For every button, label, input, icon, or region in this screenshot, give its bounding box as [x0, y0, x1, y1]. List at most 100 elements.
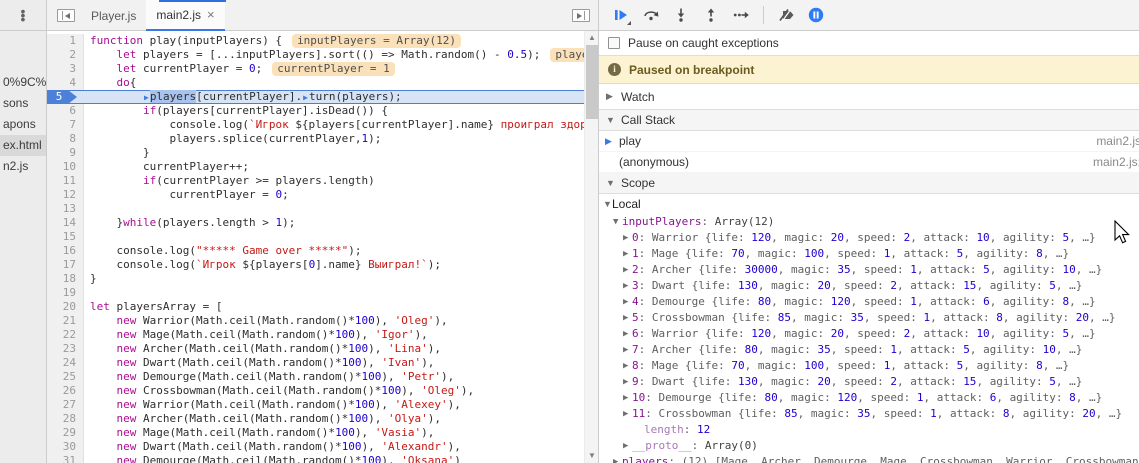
scope-array-item-row[interactable]: ▶8: Mage {life: 70, magic: 100, speed: 1… — [599, 358, 1139, 374]
scope-array-item-row[interactable]: ▶6: Warrior {life: 120, magic: 20, speed… — [599, 326, 1139, 342]
scope-variable-row[interactable]: ▶players: (12) [Mage, Archer, Demourge, … — [599, 454, 1139, 463]
line-number[interactable]: 6 — [47, 104, 84, 118]
line-number[interactable]: 12 — [47, 188, 84, 202]
chevron-right-icon[interactable]: ▶ — [623, 390, 632, 406]
mouse-cursor — [1114, 220, 1132, 246]
line-number[interactable]: 14 — [47, 216, 84, 230]
line-number[interactable]: 7 — [47, 118, 84, 132]
line-number[interactable]: 30 — [47, 440, 84, 454]
line-number[interactable]: 20 — [47, 300, 84, 314]
line-number[interactable]: 1 — [47, 34, 84, 48]
chevron-right-icon[interactable]: ▶ — [623, 294, 632, 310]
chevron-right-icon[interactable]: ▶ — [623, 406, 632, 422]
line-number[interactable]: 11 — [47, 174, 84, 188]
show-next-tabs-icon[interactable] — [572, 9, 590, 22]
scope-array-item-row[interactable]: ▶0: Warrior {life: 120, magic: 20, speed… — [599, 230, 1139, 246]
kebab-menu-icon[interactable]: ••• — [21, 9, 26, 21]
chevron-right-icon[interactable]: ▶ — [623, 230, 632, 246]
line-number[interactable]: 18 — [47, 272, 84, 286]
scope-variable-row[interactable]: ▼inputPlayers: Array(12) — [599, 214, 1139, 230]
line-number[interactable]: 21 — [47, 314, 84, 328]
chevron-right-icon[interactable]: ▶ — [623, 262, 632, 278]
hide-navigator-icon[interactable] — [57, 9, 75, 22]
scroll-down-icon[interactable]: ▼ — [585, 449, 598, 463]
chevron-right-icon[interactable]: ▶ — [623, 278, 632, 294]
scrollbar-thumb[interactable] — [586, 45, 598, 119]
chevron-down-icon: ▼ — [606, 178, 615, 188]
editor-scrollbar[interactable]: ▲ ▼ — [584, 31, 598, 463]
scope-array-item-row[interactable]: ▶2: Archer {life: 30000, magic: 35, spee… — [599, 262, 1139, 278]
file-navigator-item[interactable]: apons — [0, 114, 46, 135]
line-number[interactable]: 13 — [47, 202, 84, 216]
scope-array-item-row[interactable]: ▶4: Demourge {life: 80, magic: 120, spee… — [599, 294, 1139, 310]
call-stack-section-header[interactable]: ▼ Call Stack — [599, 110, 1139, 131]
line-number[interactable]: 24 — [47, 356, 84, 370]
code-lines: 1function play(inputPlayers) {inputPlaye… — [47, 34, 598, 463]
line-number[interactable]: 29 — [47, 426, 84, 440]
pause-on-caught-exceptions-checkbox[interactable] — [608, 37, 620, 49]
line-number[interactable]: 2 — [47, 48, 84, 62]
line-number[interactable]: 25 — [47, 370, 84, 384]
code-editor[interactable]: 1function play(inputPlayers) {inputPlaye… — [47, 31, 598, 463]
line-number[interactable]: 9 — [47, 146, 84, 160]
scroll-up-icon[interactable]: ▲ — [585, 31, 598, 45]
chevron-right-icon[interactable]: ▶ — [623, 246, 632, 262]
main-body: 0%9C%lsonsaponsex.htmln2.js 1function pl… — [0, 31, 1139, 463]
code-line: 25 new Demourge(Math.ceil(Math.random()*… — [47, 370, 598, 384]
line-number[interactable]: 31 — [47, 454, 84, 463]
step-button[interactable] — [729, 3, 753, 27]
deactivate-breakpoints-button[interactable] — [774, 3, 798, 27]
step-over-button[interactable] — [639, 3, 663, 27]
chevron-right-icon[interactable]: ▶ — [623, 326, 632, 342]
scope-array-item-row[interactable]: ▶7: Archer {life: 80, magic: 35, speed: … — [599, 342, 1139, 358]
line-number[interactable]: 26 — [47, 384, 84, 398]
chevron-down-icon[interactable]: ▼ — [613, 214, 622, 230]
file-navigator-item[interactable]: n2.js — [0, 156, 46, 177]
line-number[interactable]: 15 — [47, 230, 84, 244]
code-line-text: if(players[currentPlayer].isDead()) { — [84, 104, 388, 118]
close-tab-icon[interactable]: × — [207, 7, 215, 22]
call-stack-frame[interactable]: ▶playmain2.js — [599, 131, 1139, 152]
code-line-text: } — [84, 272, 97, 286]
scope-array-item-row[interactable]: ▶1: Mage {life: 70, magic: 100, speed: 1… — [599, 246, 1139, 262]
line-number[interactable]: 27 — [47, 398, 84, 412]
chevron-right-icon[interactable]: ▶ — [623, 438, 632, 454]
line-number[interactable]: 28 — [47, 412, 84, 426]
call-stack-frame[interactable]: (anonymous)main2.js: — [599, 152, 1139, 173]
step-out-button[interactable] — [699, 3, 723, 27]
watch-section-header[interactable]: ▶ Watch — [599, 84, 1139, 110]
step-into-button[interactable] — [669, 3, 693, 27]
tab-main2-js[interactable]: main2.js × — [146, 0, 224, 31]
line-number[interactable]: 23 — [47, 342, 84, 356]
line-number[interactable]: 17 — [47, 258, 84, 272]
line-number[interactable]: 16 — [47, 244, 84, 258]
scope-array-item-row[interactable]: ▶3: Dwart {life: 130, magic: 20, speed: … — [599, 278, 1139, 294]
line-number[interactable]: 3 — [47, 62, 84, 76]
line-number[interactable]: 5 — [47, 90, 84, 104]
file-navigator-item[interactable]: sons — [0, 93, 46, 114]
chevron-down-icon[interactable]: ▼ — [603, 194, 612, 214]
resume-script-button[interactable] — [609, 3, 633, 27]
scope-array-item-row[interactable]: ▶10: Demourge {life: 80, magic: 120, spe… — [599, 390, 1139, 406]
pause-on-exceptions-button[interactable] — [804, 3, 828, 27]
line-number[interactable]: 4 — [47, 76, 84, 90]
line-number[interactable]: 8 — [47, 132, 84, 146]
line-number[interactable]: 10 — [47, 160, 84, 174]
chevron-right-icon[interactable]: ▶ — [613, 454, 622, 463]
scope-array-item-row[interactable]: ▶5: Crossbowman {life: 85, magic: 35, sp… — [599, 310, 1139, 326]
scope-proto-row[interactable]: ▶__proto__: Array(0) — [599, 438, 1139, 454]
tab-player-js[interactable]: Player.js — [81, 0, 146, 31]
file-navigator-item[interactable]: ex.html — [0, 135, 46, 156]
chevron-right-icon[interactable]: ▶ — [623, 342, 632, 358]
scope-local-row[interactable]: ▼Local — [599, 194, 1139, 214]
scope-section-header[interactable]: ▼ Scope — [599, 173, 1139, 194]
chevron-right-icon[interactable]: ▶ — [623, 358, 632, 374]
pause-on-caught-exceptions-row[interactable]: Pause on caught exceptions — [599, 31, 1139, 56]
chevron-right-icon[interactable]: ▶ — [623, 374, 632, 390]
file-navigator-item[interactable]: 0%9C%l — [0, 72, 46, 93]
chevron-right-icon[interactable]: ▶ — [623, 310, 632, 326]
scope-array-item-row[interactable]: ▶11: Crossbowman {life: 85, magic: 35, s… — [599, 406, 1139, 422]
line-number[interactable]: 22 — [47, 328, 84, 342]
line-number[interactable]: 19 — [47, 286, 84, 300]
scope-array-item-row[interactable]: ▶9: Dwart {life: 130, magic: 20, speed: … — [599, 374, 1139, 390]
